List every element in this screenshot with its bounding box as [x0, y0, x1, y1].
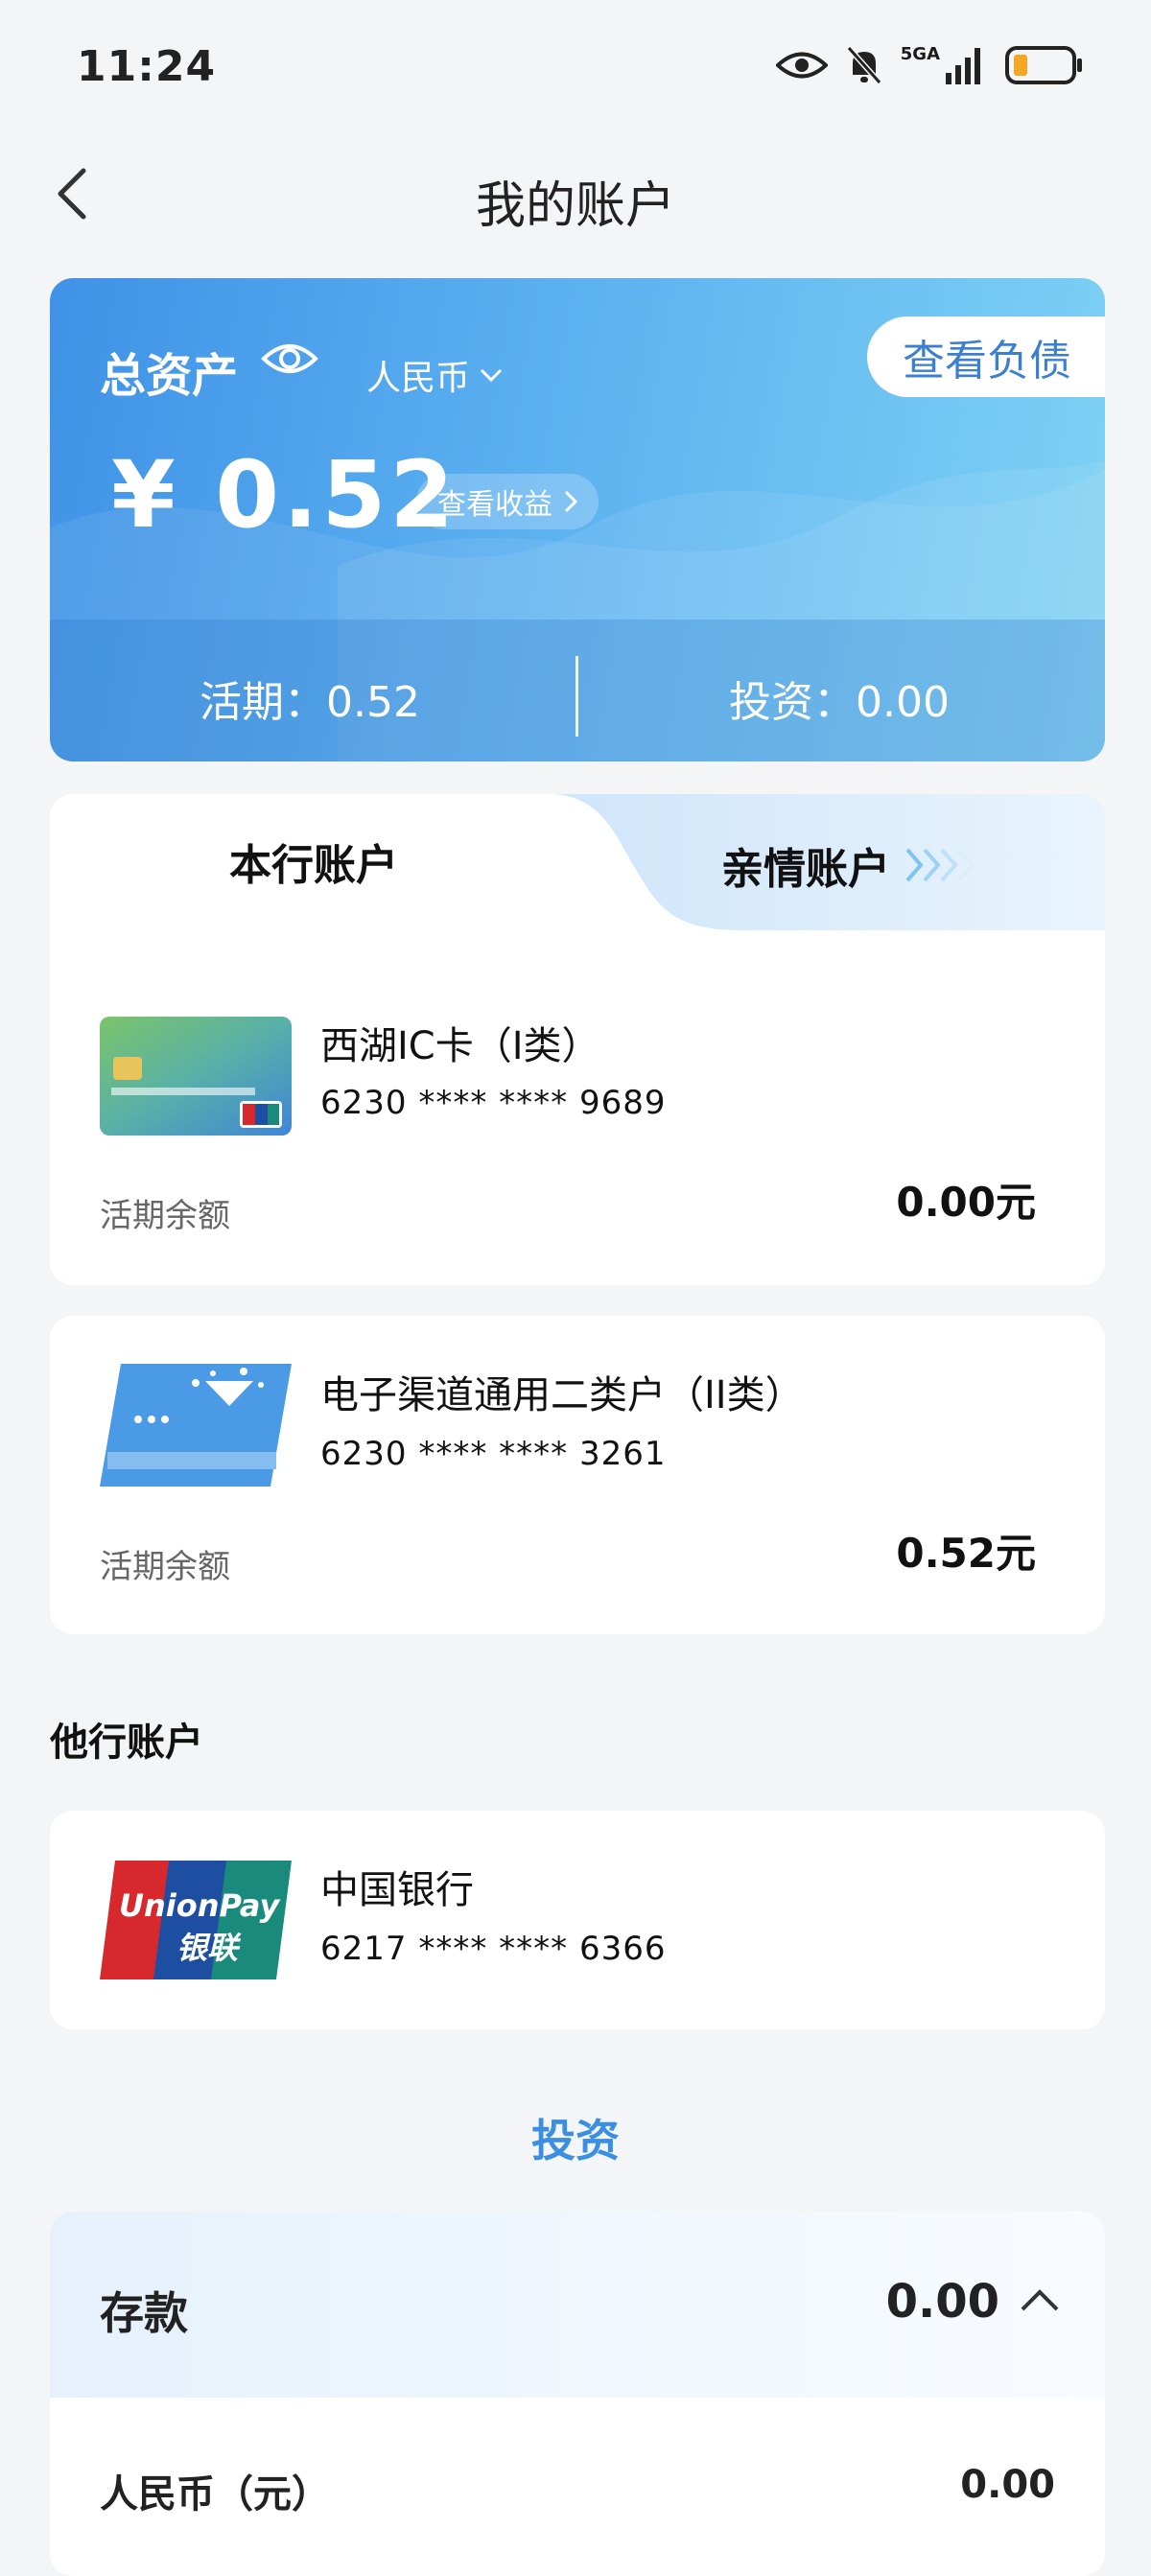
signal-icon: 5GA	[901, 46, 988, 84]
unionpay-logo: UnionPay 银联	[100, 1861, 292, 1979]
other-bank-section-title: 他行账户	[50, 1721, 203, 1765]
eye-status-icon	[775, 52, 828, 79]
view-debt-button[interactable]: 查看负债	[867, 316, 1105, 397]
current-deposit-summary: 活期：0.52	[200, 678, 420, 727]
account-number: 6230 **** **** 9689	[320, 1084, 667, 1122]
asset-breakdown: 活期：0.52 投资：0.00	[50, 620, 1105, 761]
deposit-card: 存款 0.00 人民币（元） 0.00	[50, 2212, 1105, 2576]
toggle-visibility-button[interactable]	[261, 338, 318, 384]
rmb-deposit-label: 人民币（元）	[100, 2472, 330, 2517]
chevron-up-icon[interactable]	[1019, 2286, 1061, 2313]
deposit-label: 存款	[100, 2287, 188, 2339]
bell-muted-icon	[846, 46, 882, 84]
view-earnings-label: 查看收益	[437, 488, 552, 522]
investment-summary: 投资：0.00	[729, 678, 950, 727]
chevron-down-icon	[480, 368, 503, 382]
page-title: 我的账户	[475, 177, 675, 235]
balance-amount: 0.52元	[896, 1530, 1036, 1577]
deposit-header[interactable]: 存款 0.00	[50, 2212, 1105, 2398]
view-earnings-button[interactable]: 查看收益	[416, 474, 599, 529]
account-tabs: 本行账户 亲情账户	[50, 794, 1105, 938]
tab-family-accounts[interactable]: 亲情账户	[721, 834, 976, 896]
deposit-total: 0.00	[885, 2275, 999, 2329]
tab-own-bank-accounts[interactable]: 本行账户	[50, 794, 577, 928]
ecard-card-image	[100, 1364, 292, 1487]
account-name: 电子渠道通用二类户（II类）	[320, 1373, 804, 1417]
network-label: 5GA	[900, 44, 940, 64]
account-name: 西湖IC卡（I类）	[320, 1024, 600, 1068]
total-assets-card: 总资产 人民币 查看负债 ¥ 0.52 查看收益 活期：0.52 投资：0.00	[50, 278, 1105, 761]
status-icons: 5GA	[775, 44, 1084, 86]
eye-icon	[261, 344, 318, 373]
status-time: 11:24	[77, 42, 217, 91]
chevron-right-icon	[564, 490, 577, 513]
account-number: 6230 **** **** 3261	[320, 1435, 667, 1473]
balance-amount: 0.00元	[896, 1179, 1036, 1226]
account-card-ecard[interactable]: 电子渠道通用二类户（II类） 6230 **** **** 3261 活期余额 …	[50, 1316, 1105, 1634]
investment-section-title[interactable]: 投资	[0, 2106, 1151, 2169]
unionpay-logo-cn: 银联	[176, 1930, 239, 1966]
account-number: 6217 **** **** 6366	[320, 1930, 667, 1968]
xihu-card-image	[100, 1017, 292, 1136]
double-chevron-right-icon	[905, 848, 975, 882]
rmb-deposit-value: 0.00	[960, 2463, 1055, 2507]
currency-selector[interactable]: 人民币	[366, 350, 503, 400]
divider	[576, 656, 578, 737]
account-name: 中国银行	[320, 1868, 474, 1912]
battery-icon	[1005, 46, 1082, 84]
balance-label: 活期余额	[100, 1197, 230, 1235]
currency-label: 人民币	[366, 359, 471, 398]
total-assets-amount: ¥ 0.52	[111, 441, 458, 549]
total-assets-label: 总资产	[100, 349, 239, 403]
balance-label: 活期余额	[100, 1548, 230, 1586]
tab-family-label: 亲情账户	[721, 845, 890, 894]
account-card-boc[interactable]: UnionPay 银联 中国银行 6217 **** **** 6366	[50, 1811, 1105, 2029]
unionpay-logo-text: UnionPay	[119, 1887, 280, 1924]
account-card-xihu[interactable]: 西湖IC卡（I类） 6230 **** **** 9689 活期余额 0.00元	[50, 930, 1105, 1285]
